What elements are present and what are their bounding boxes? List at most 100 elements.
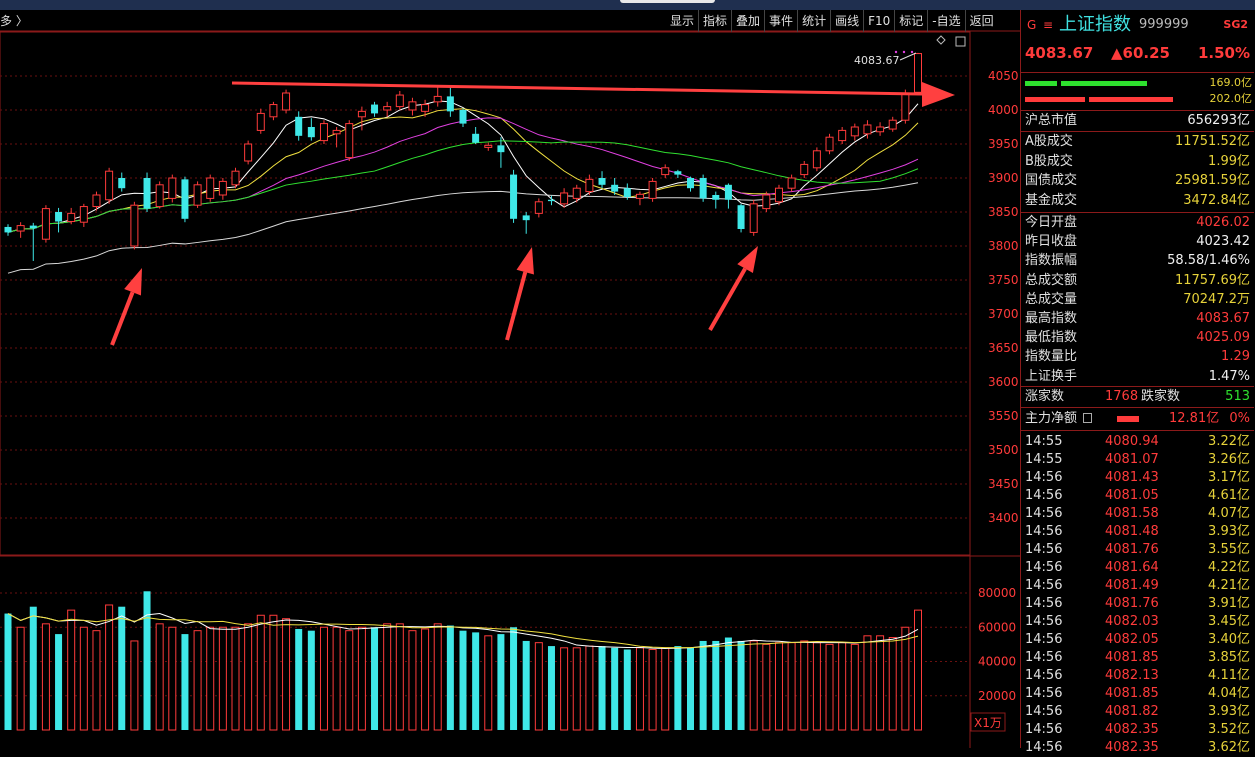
candle-body[interactable] bbox=[724, 184, 732, 200]
volume-bar[interactable] bbox=[319, 626, 328, 731]
volume-bar[interactable] bbox=[611, 647, 619, 730]
volume-bar[interactable] bbox=[749, 640, 758, 731]
menu-icon[interactable]: ≡ bbox=[1043, 12, 1053, 38]
toolbar-draw-button[interactable]: 画线 bbox=[830, 10, 863, 32]
tick-row[interactable]: 14:56 4081.05 4.61亿 bbox=[1021, 487, 1254, 505]
tick-row[interactable]: 14:56 4081.82 3.93亿 bbox=[1021, 703, 1254, 721]
volume-bar[interactable] bbox=[446, 625, 454, 730]
candle-body[interactable] bbox=[79, 206, 88, 223]
volume-bar[interactable] bbox=[787, 642, 796, 731]
candle-body[interactable] bbox=[838, 129, 847, 142]
volume-bar[interactable] bbox=[29, 606, 37, 730]
volume-bar[interactable] bbox=[244, 623, 253, 731]
volume-bar[interactable] bbox=[724, 637, 732, 730]
volume-bar[interactable] bbox=[105, 604, 114, 731]
candle-body[interactable] bbox=[41, 208, 50, 240]
candle-body[interactable] bbox=[712, 195, 720, 200]
candle-body[interactable] bbox=[16, 225, 25, 232]
volume-bar[interactable] bbox=[674, 646, 682, 730]
candle-body[interactable] bbox=[472, 133, 480, 143]
candle-body[interactable] bbox=[749, 203, 758, 233]
candle-body[interactable] bbox=[295, 116, 303, 136]
candle-body[interactable] bbox=[67, 212, 76, 223]
tick-row[interactable]: 14:56 4081.43 3.17亿 bbox=[1021, 469, 1254, 487]
volume-bar[interactable] bbox=[459, 630, 467, 730]
tick-row[interactable]: 14:56 4081.85 4.04亿 bbox=[1021, 685, 1254, 703]
volume-bar[interactable] bbox=[876, 635, 885, 731]
candle-body[interactable] bbox=[446, 96, 454, 112]
candle-body[interactable] bbox=[181, 179, 189, 219]
volume-bar[interactable] bbox=[850, 643, 859, 731]
sg-badge[interactable]: SG2 bbox=[1223, 12, 1248, 38]
candle-body[interactable] bbox=[143, 178, 151, 209]
toolbar-stats-button[interactable]: 统计 bbox=[797, 10, 830, 32]
volume-bar[interactable] bbox=[67, 609, 76, 731]
volume-bar[interactable] bbox=[408, 630, 417, 731]
window-toggle-icon[interactable] bbox=[955, 36, 966, 47]
volume-bar[interactable] bbox=[838, 642, 847, 731]
volume-bar[interactable] bbox=[812, 642, 821, 731]
toolbar-show-button[interactable]: 显示 bbox=[666, 10, 698, 32]
volume-bar[interactable] bbox=[193, 630, 202, 731]
volume-bar[interactable] bbox=[92, 630, 101, 731]
volume-bar[interactable] bbox=[433, 623, 442, 731]
volume-bar[interactable] bbox=[16, 626, 25, 731]
volume-bar[interactable] bbox=[687, 647, 694, 730]
volume-bar[interactable] bbox=[598, 646, 606, 730]
volume-bar[interactable] bbox=[825, 643, 834, 731]
candle-body[interactable] bbox=[812, 150, 821, 169]
candle-body[interactable] bbox=[282, 92, 291, 111]
volume-bar[interactable] bbox=[522, 640, 530, 730]
candle-body[interactable] bbox=[661, 167, 670, 176]
toolbar-indicator-button[interactable]: 指标 bbox=[698, 10, 731, 32]
candle-body[interactable] bbox=[611, 184, 619, 192]
tick-row[interactable]: 14:56 4082.13 4.11亿 bbox=[1021, 667, 1254, 685]
volume-bar[interactable] bbox=[55, 634, 63, 730]
candle-body[interactable] bbox=[674, 171, 682, 175]
candle-body[interactable] bbox=[774, 187, 783, 203]
candle-body[interactable] bbox=[269, 104, 278, 118]
net-flow-menu-icon[interactable] bbox=[1083, 413, 1092, 423]
candle-body[interactable] bbox=[699, 178, 707, 199]
candle-body[interactable] bbox=[130, 204, 139, 247]
candle-body[interactable] bbox=[332, 129, 341, 135]
candle-body[interactable] bbox=[901, 92, 910, 121]
tick-row[interactable]: 14:55 4080.94 3.22亿 bbox=[1021, 433, 1254, 451]
candle-body[interactable] bbox=[623, 188, 631, 198]
candle-body[interactable] bbox=[648, 180, 657, 199]
volume-bar[interactable] bbox=[295, 628, 303, 730]
volume-bar[interactable] bbox=[901, 626, 910, 731]
tick-row[interactable]: 14:56 4081.76 3.91亿 bbox=[1021, 595, 1254, 613]
volume-bar[interactable] bbox=[206, 626, 215, 731]
candle-body[interactable] bbox=[510, 174, 518, 219]
candle-body[interactable] bbox=[256, 112, 265, 131]
volume-bar[interactable] bbox=[41, 623, 50, 731]
candle-body[interactable] bbox=[850, 126, 859, 137]
candle-body[interactable] bbox=[421, 104, 430, 112]
volume-bar[interactable] bbox=[699, 640, 707, 730]
candle-body[interactable] bbox=[863, 124, 872, 135]
candle-body[interactable] bbox=[319, 123, 328, 142]
kline-svg[interactable]: 4050 4000 3950 3900 3850 3800 3750 3700 3650 3600… bbox=[0, 10, 1020, 748]
candle-body[interactable] bbox=[357, 110, 366, 118]
candle-body[interactable] bbox=[687, 178, 694, 189]
candle-body[interactable] bbox=[598, 178, 606, 185]
tick-row[interactable]: 14:56 4081.64 4.22亿 bbox=[1021, 559, 1254, 577]
candle-body[interactable] bbox=[307, 127, 315, 138]
toolbar-mark-button[interactable]: 标记 bbox=[894, 10, 927, 32]
volume-bar[interactable] bbox=[800, 640, 809, 731]
kline-chart[interactable]: 4050 4000 3950 3900 3850 3800 3750 3700 3650 3600… bbox=[0, 10, 1020, 748]
volume-bar[interactable] bbox=[774, 642, 783, 731]
tick-row[interactable]: 14:56 4081.85 3.85亿 bbox=[1021, 649, 1254, 667]
candle-body[interactable] bbox=[547, 199, 555, 202]
candle-body[interactable] bbox=[787, 177, 796, 189]
candle-body[interactable] bbox=[371, 104, 379, 114]
candle-body[interactable] bbox=[206, 177, 215, 199]
volume-bar[interactable] bbox=[623, 649, 631, 730]
candle-body[interactable] bbox=[497, 145, 505, 153]
candle-body[interactable] bbox=[345, 123, 354, 159]
volume-bar[interactable] bbox=[256, 614, 265, 731]
volume-bar[interactable] bbox=[534, 642, 543, 731]
candle-body[interactable] bbox=[433, 95, 442, 103]
candle-body[interactable] bbox=[560, 192, 569, 205]
